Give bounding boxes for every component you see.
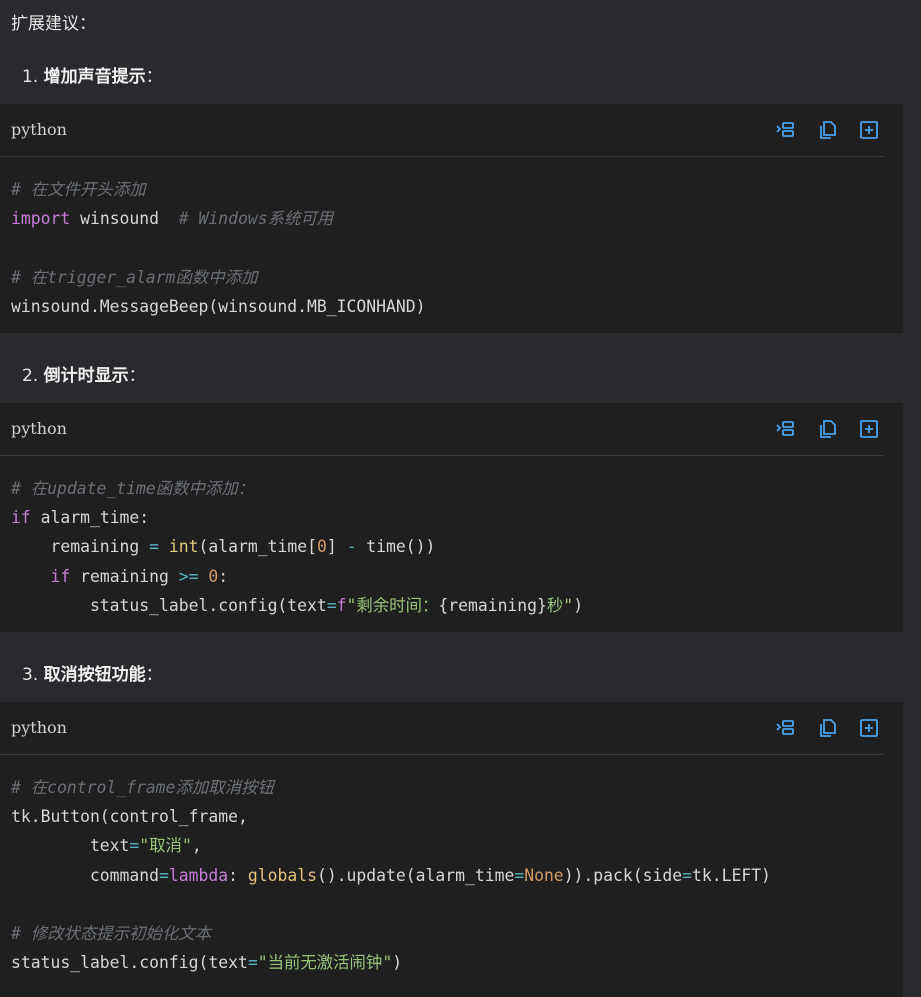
copy-code-button[interactable] (815, 417, 838, 440)
insert-code-button[interactable] (773, 417, 796, 440)
copy-code-button[interactable] (815, 716, 838, 739)
insert-icon (775, 719, 794, 735)
code-content: # 在update_time函数中添加： if alarm_time: rema… (11, 479, 584, 615)
plus-box-icon (859, 419, 878, 438)
intro-text: 扩展建议： (11, 14, 96, 34)
item-title: 增加声音提示 (43, 67, 146, 87)
code-language-label: python (11, 419, 67, 438)
item-number: 2. (22, 366, 39, 386)
code-toolbar (773, 118, 880, 141)
copy-icon (819, 120, 836, 139)
plus-box-icon (859, 120, 878, 139)
insert-code-button[interactable] (773, 118, 796, 141)
code-toolbar (773, 716, 880, 739)
plus-box-icon (859, 718, 878, 737)
code-block-3: python # 在control_frame添加取消按钮 tk.Button(… (0, 702, 903, 997)
copy-icon (819, 419, 836, 438)
list-item-2: 2. 倒计时显示： (22, 361, 146, 386)
item-number: 1. (22, 67, 39, 87)
insert-icon (775, 420, 794, 436)
copy-icon (819, 718, 836, 737)
item-suffix: ： (145, 665, 163, 685)
insert-code-button[interactable] (773, 716, 796, 739)
copy-code-button[interactable] (815, 118, 838, 141)
item-suffix: ： (145, 67, 163, 87)
code-block-1: python # 在文件开头添加 import winsound # Windo… (0, 104, 903, 334)
code-content: # 在control_frame添加取消按钮 tk.Button(control… (11, 778, 771, 973)
insert-icon (775, 121, 794, 137)
code-toolbar (773, 417, 880, 440)
expand-code-button[interactable] (857, 716, 880, 739)
code-language-label: python (11, 120, 67, 139)
code-block-2: python # 在update_time函数中添加： if alarm_tim… (0, 403, 903, 633)
item-suffix: ： (128, 366, 146, 386)
item-number: 3. (22, 665, 39, 685)
list-item-3: 3. 取消按钮功能： (22, 660, 163, 685)
list-item-1: 1. 增加声音提示： (22, 62, 163, 87)
item-title: 取消按钮功能 (43, 665, 146, 685)
code-content: # 在文件开头添加 import winsound # Windows系统可用 … (11, 180, 426, 316)
expand-code-button[interactable] (857, 118, 880, 141)
code-block-header: python (0, 403, 884, 456)
code-language-label: python (11, 718, 67, 737)
code-block-header: python (0, 104, 884, 157)
code-block-header: python (0, 702, 884, 755)
expand-code-button[interactable] (857, 417, 880, 440)
item-title: 倒计时显示 (43, 366, 129, 386)
